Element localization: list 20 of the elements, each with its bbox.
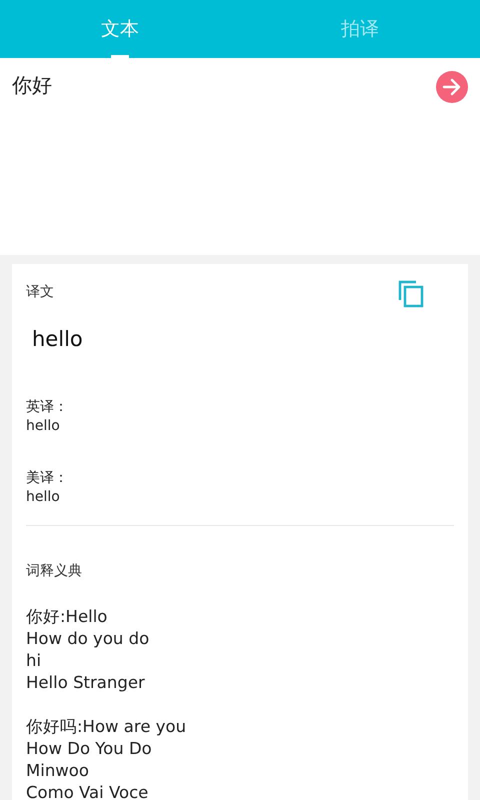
section-heading: 词释义典 (26, 562, 83, 580)
dictionary-line: 你好吗:How are you (26, 716, 188, 738)
dictionary-line: Como Vai Voce (26, 782, 150, 800)
dictionary-line: How do you do (26, 628, 150, 650)
copy-icon[interactable] (398, 280, 424, 308)
dictionary-line: How Do You Do (26, 738, 153, 760)
dictionary-line: hi (26, 650, 42, 672)
dictionary-line: 你好:Hello (26, 606, 108, 628)
section-heading: 译文 (26, 283, 54, 302)
translation-text: hello (31, 326, 84, 353)
input-field[interactable]: 你好 (0, 58, 480, 255)
phonetic-label: 美译： (26, 468, 69, 488)
dictionary-line: Minwoo (26, 760, 90, 782)
phonetic-value: hello (26, 416, 61, 436)
tab[interactable]: 文本 (0, 0, 240, 58)
tab[interactable]: 拍译 (240, 0, 480, 58)
phonetic-label: 英译： (26, 398, 69, 416)
phonetic-value: hello (26, 488, 61, 506)
arrow-icon (441, 76, 463, 98)
dictionary-line: Hello Stranger (26, 672, 146, 694)
